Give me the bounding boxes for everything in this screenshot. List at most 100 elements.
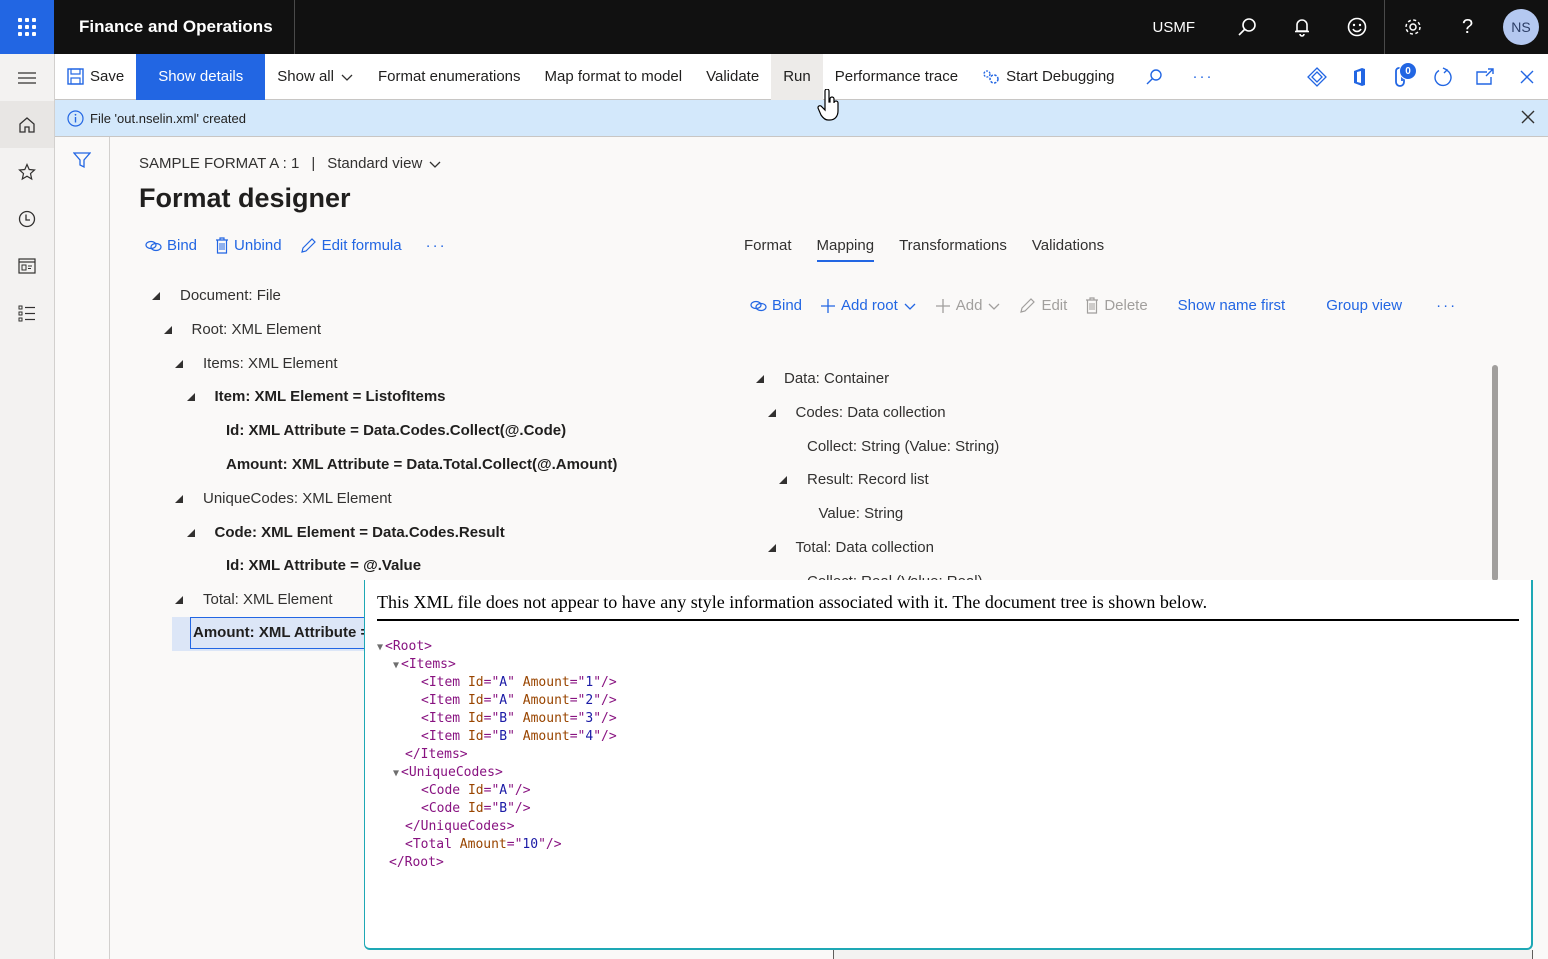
app-launcher-button[interactable] bbox=[0, 0, 54, 54]
nav-modules[interactable] bbox=[0, 289, 54, 336]
model-tree-node[interactable]: Total: Data collection bbox=[750, 531, 1450, 565]
navigation-rail bbox=[0, 54, 55, 959]
more-mapping-actions-button[interactable]: ··· bbox=[1436, 297, 1457, 314]
expand-toggle-icon[interactable] bbox=[175, 359, 183, 368]
edit-label: Edit bbox=[1041, 297, 1068, 314]
attachments-count-badge: 0 bbox=[1399, 62, 1417, 80]
nav-menu-button[interactable] bbox=[0, 54, 54, 101]
more-icon: ··· bbox=[1192, 68, 1214, 85]
format-tree-node[interactable]: Code: XML Element = Data.Codes.Result bbox=[150, 516, 710, 550]
performance-trace-button[interactable]: Performance trace bbox=[823, 54, 970, 100]
model-tree-node[interactable]: Value: String bbox=[750, 497, 1450, 531]
tree-node-label: Collect: String (Value: String) bbox=[807, 437, 1000, 455]
filter-pane bbox=[55, 137, 110, 959]
xml-style-notice: This XML file does not appear to have an… bbox=[377, 592, 1208, 612]
model-tree-node[interactable]: Result: Record list bbox=[750, 463, 1450, 497]
format-tree-node[interactable]: Root: XML Element bbox=[150, 313, 710, 347]
chevron-down-icon bbox=[904, 303, 916, 310]
avatar[interactable]: NS bbox=[1503, 9, 1539, 45]
refresh-button[interactable] bbox=[1422, 54, 1464, 100]
company-picker[interactable]: USMF bbox=[1153, 19, 1196, 36]
expand-toggle-icon[interactable] bbox=[163, 325, 172, 334]
format-tree-node[interactable]: Amount: XML Attribute = Data.Total.Colle… bbox=[172, 617, 586, 651]
add-root-dropdown[interactable]: Add root bbox=[820, 297, 917, 314]
format-enumerations-button[interactable]: Format enumerations bbox=[366, 54, 533, 100]
model-tree-node[interactable]: Data: Container bbox=[750, 362, 1450, 396]
attachments-button[interactable]: 0 bbox=[1380, 54, 1422, 100]
action-search-button[interactable] bbox=[1127, 54, 1181, 100]
add-dropdown[interactable]: Add bbox=[935, 297, 1002, 314]
validate-button[interactable]: Validate bbox=[694, 54, 771, 100]
show-all-dropdown[interactable]: Show all bbox=[265, 54, 366, 100]
model-bind-button[interactable]: Bind bbox=[750, 297, 802, 314]
format-tree-node[interactable]: Amount: XML Attribute = Data.Total.Colle… bbox=[150, 448, 710, 482]
tab-mapping[interactable]: Mapping bbox=[816, 237, 874, 262]
nav-home[interactable] bbox=[0, 101, 54, 148]
search-button[interactable] bbox=[1219, 0, 1274, 54]
format-tree-node[interactable]: Document: File bbox=[150, 279, 710, 313]
xml-val: A bbox=[499, 675, 508, 690]
power-apps-button[interactable] bbox=[1296, 54, 1338, 100]
expand-toggle-icon[interactable] bbox=[186, 393, 195, 402]
format-tree-node[interactable]: Id: XML Attribute = @.Value bbox=[150, 549, 710, 583]
group-view-button[interactable]: Group view bbox=[1326, 297, 1402, 314]
collapse-toggle-icon[interactable]: ▼ bbox=[377, 642, 383, 653]
tab-validations[interactable]: Validations bbox=[1032, 237, 1104, 262]
expand-toggle-icon[interactable] bbox=[152, 292, 160, 300]
model-tree-node[interactable]: Collect: Real (Value: Real) bbox=[750, 565, 1450, 580]
expand-toggle-icon[interactable] bbox=[186, 528, 195, 537]
more-format-actions-button[interactable]: ··· bbox=[426, 237, 447, 254]
bind-button[interactable]: Bind bbox=[145, 237, 197, 254]
help-button[interactable]: ? bbox=[1440, 0, 1495, 54]
show-name-first-button[interactable]: Show name first bbox=[1178, 297, 1286, 314]
show-details-button[interactable]: Show details bbox=[136, 53, 266, 100]
expand-toggle-icon[interactable] bbox=[779, 476, 787, 485]
expand-toggle-icon[interactable] bbox=[756, 375, 764, 383]
map-format-to-model-button[interactable]: Map format to model bbox=[533, 54, 695, 100]
edit-formula-button[interactable]: Edit formula bbox=[300, 237, 402, 254]
nav-favorites[interactable] bbox=[0, 148, 54, 195]
open-new-window-button[interactable] bbox=[1464, 54, 1506, 100]
format-tree-node[interactable]: Id: XML Attribute = Data.Codes.Collect(@… bbox=[150, 414, 710, 448]
notifications-button[interactable] bbox=[1274, 0, 1329, 54]
nav-workspaces[interactable] bbox=[0, 242, 54, 289]
format-tree-node[interactable]: Item: XML Element = ListofItems bbox=[150, 380, 710, 414]
unbind-button[interactable]: Unbind bbox=[215, 237, 282, 254]
tab-format[interactable]: Format bbox=[744, 237, 792, 262]
bind-label: Bind bbox=[772, 297, 803, 314]
expand-toggle-icon[interactable] bbox=[767, 408, 776, 417]
horizontal-scrollbar[interactable] bbox=[833, 950, 1533, 959]
save-button[interactable]: Save bbox=[55, 54, 136, 100]
filter-icon bbox=[72, 152, 92, 169]
format-tree-node[interactable]: UniqueCodes: XML Element bbox=[150, 482, 710, 516]
expand-toggle-icon[interactable] bbox=[175, 494, 183, 503]
start-debugging-button[interactable]: Start Debugging bbox=[970, 54, 1126, 100]
nav-recent[interactable] bbox=[0, 195, 54, 242]
format-tree-node[interactable]: Items: XML Element bbox=[150, 347, 710, 381]
filter-button[interactable] bbox=[72, 151, 92, 172]
xml-tag: =" bbox=[569, 675, 586, 690]
more-actions-button[interactable]: ··· bbox=[1181, 54, 1226, 100]
view-selector[interactable]: Standard view bbox=[327, 155, 442, 172]
office-button[interactable] bbox=[1338, 54, 1380, 100]
dismiss-message-button[interactable] bbox=[1520, 109, 1536, 128]
feedback-button[interactable] bbox=[1329, 0, 1384, 54]
xml-tag: <Code bbox=[421, 783, 468, 798]
expand-toggle-icon[interactable] bbox=[767, 544, 776, 552]
collapse-toggle-icon[interactable]: ▼ bbox=[393, 768, 399, 779]
pencil-icon bbox=[300, 238, 316, 253]
bind-label: Bind bbox=[167, 237, 198, 254]
xml-attr: Id bbox=[467, 729, 484, 744]
run-button[interactable]: Run bbox=[771, 53, 823, 100]
expand-toggle-icon[interactable] bbox=[175, 596, 183, 605]
model-tree-node[interactable]: Collect: String (Value: String) bbox=[750, 430, 1450, 464]
model-tree-node[interactable]: Codes: Data collection bbox=[750, 396, 1450, 430]
model-tree-scrollbar[interactable] bbox=[1492, 365, 1498, 581]
collapse-toggle-icon[interactable]: ▼ bbox=[393, 660, 399, 671]
settings-button[interactable] bbox=[1385, 0, 1440, 54]
edit-button[interactable]: Edit bbox=[1019, 297, 1067, 314]
delete-button[interactable]: Delete bbox=[1085, 297, 1148, 314]
close-page-button[interactable] bbox=[1506, 54, 1548, 100]
tab-transformations[interactable]: Transformations bbox=[899, 237, 1007, 262]
app-title[interactable]: Finance and Operations bbox=[54, 0, 295, 54]
